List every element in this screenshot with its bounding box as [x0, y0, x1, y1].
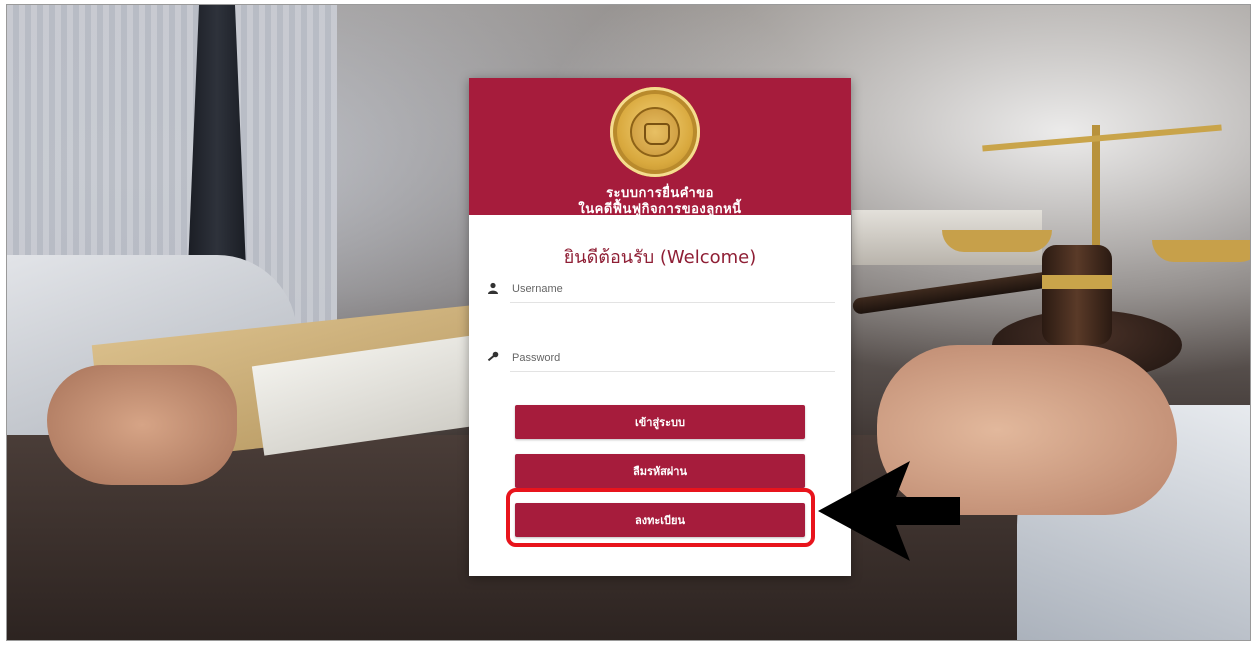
key-icon — [487, 351, 499, 362]
forgot-password-button[interactable]: ลืมรหัสผ่าน — [515, 454, 805, 488]
password-input[interactable] — [510, 345, 835, 372]
username-field — [483, 276, 835, 312]
bg-scale-pan-left — [942, 230, 1052, 252]
login-header: ระบบการยื่นคำขอ ในคดีฟื้นฟูกิจการของลูกห… — [469, 78, 851, 218]
seal-inner — [630, 107, 680, 157]
bg-gavel-head — [1042, 245, 1112, 345]
password-field — [483, 345, 835, 381]
bg-scale-beam — [982, 124, 1222, 152]
seal-emblem-icon — [610, 87, 700, 177]
system-title-line2: ในคดีฟื้นฟูกิจการของลูกหนี้ — [578, 202, 742, 217]
bg-gavel-band — [1042, 275, 1112, 289]
bg-gavel-handle — [851, 271, 1053, 315]
arrow-left-icon — [818, 461, 960, 561]
bg-hand-left — [47, 365, 237, 485]
username-input[interactable] — [510, 276, 835, 303]
register-highlight-box — [506, 488, 815, 547]
seal-mark — [644, 123, 670, 145]
login-button[interactable]: เข้าสู่ระบบ — [515, 405, 805, 439]
system-title-line1: ระบบการยื่นคำขอ — [606, 186, 714, 201]
bg-scale-pan-right — [1152, 240, 1250, 262]
user-icon — [488, 282, 498, 294]
system-title: ระบบการยื่นคำขอ ในคดีฟื้นฟูกิจการของลูกห… — [469, 186, 851, 218]
welcome-heading: ยินดีต้อนรับ (Welcome) — [563, 247, 757, 268]
